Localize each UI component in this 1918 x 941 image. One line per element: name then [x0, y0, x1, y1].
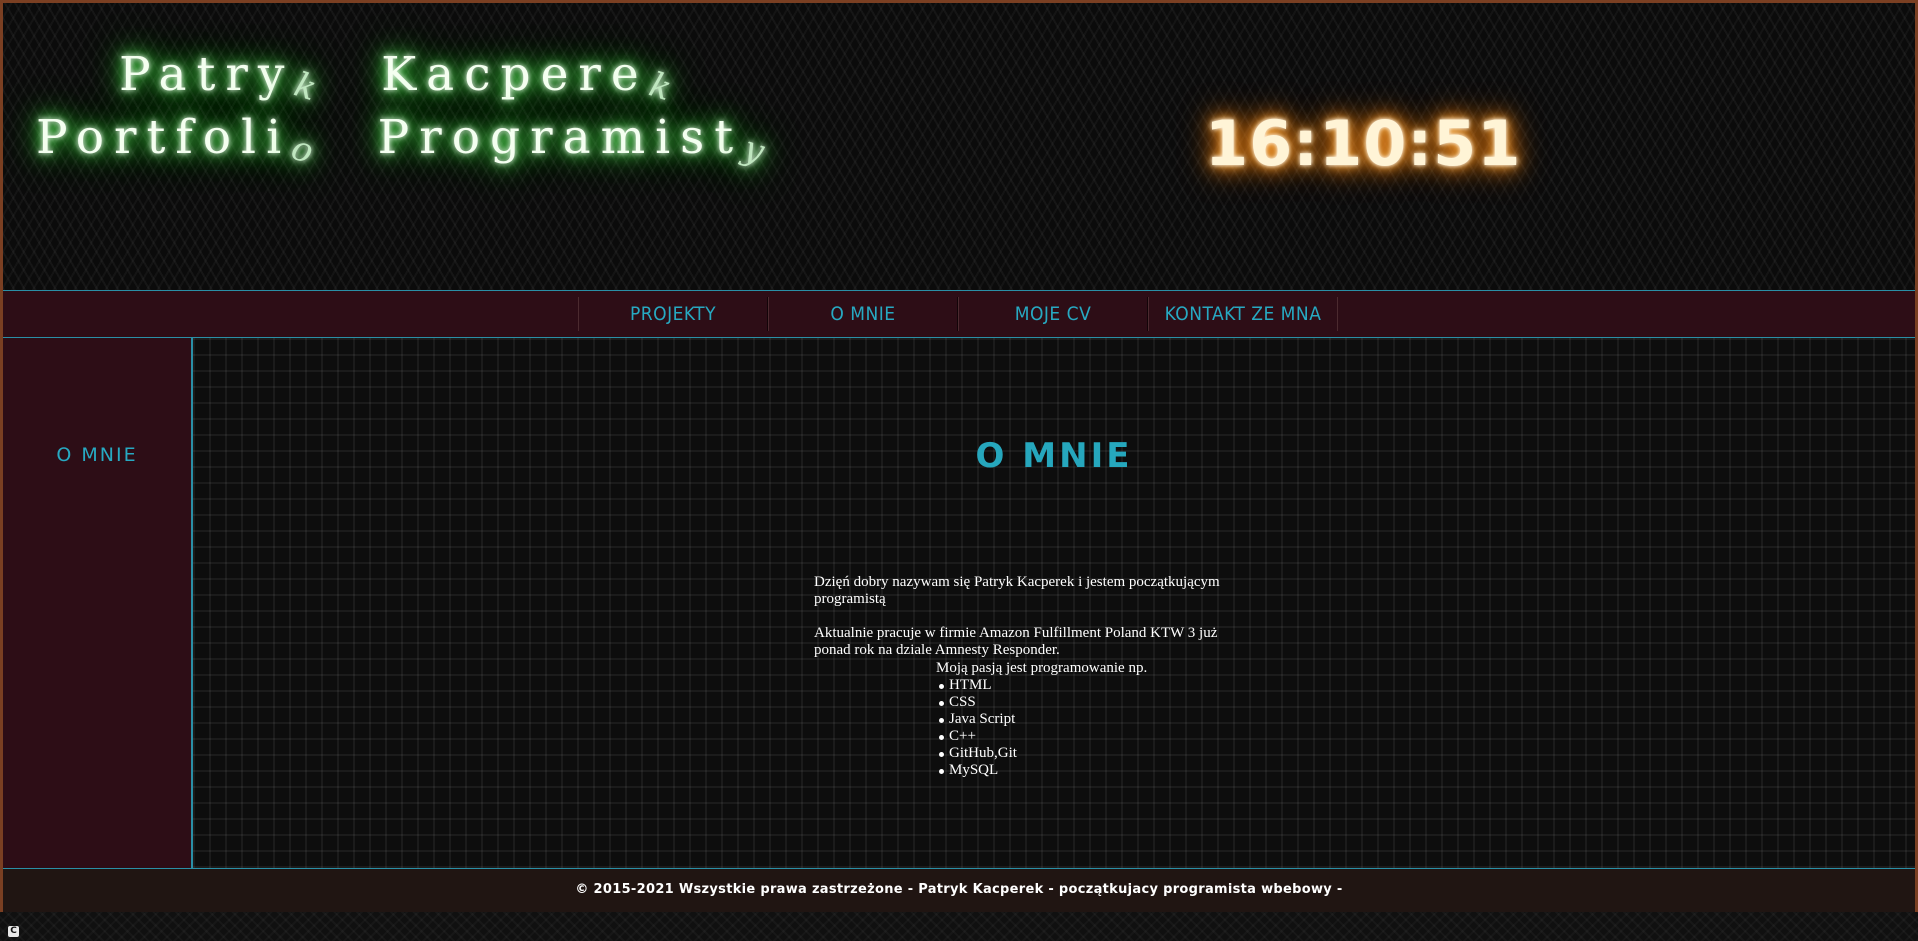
skills-list-item: C++ — [938, 728, 1147, 745]
nav-item-o-mnie[interactable]: O MNIE — [768, 297, 958, 331]
site-title-role: Portfolio Programisty — [36, 110, 779, 175]
sidebar-item-o-mnie[interactable]: O MNIE — [3, 444, 191, 466]
nav-item-kontakt[interactable]: KONTAKT ZE MNA — [1148, 297, 1338, 331]
footer: © 2015-2021 Wszystkie prawa zastrzeżone … — [3, 868, 1915, 912]
title-word-text: Programist — [377, 110, 744, 165]
nav-item-moje-cv[interactable]: MOJE CV — [958, 297, 1148, 331]
main-content: O MNIE Dzięń dobry nazywam się Patryk Ka… — [193, 338, 1915, 868]
title-word-text: Kacpere — [381, 47, 649, 102]
main-nav: PROJEKTY O MNIE MOJE CV KONTAKT ZE MNA — [3, 290, 1915, 338]
title-word: Kacperek — [381, 47, 686, 112]
title-word-text: Portfoli — [36, 110, 292, 165]
skills-list-item: HTML — [938, 677, 1147, 694]
title-word-tail: k — [644, 64, 686, 113]
title-word-tail: o — [286, 127, 328, 176]
skills-list-item: MySQL — [938, 762, 1147, 779]
intro-paragraph: Dzięń dobry nazywam się Patryk Kacperek … — [814, 574, 1220, 607]
skills-heading: Moją pasją jest programowanie np. — [936, 660, 1148, 676]
section-title: O MNIE — [975, 436, 1133, 476]
extension-icon[interactable]: C — [8, 926, 19, 937]
title-word-text: Patry — [119, 47, 295, 102]
title-word-tail: k — [289, 64, 332, 113]
title-word: Patryk — [119, 47, 331, 112]
title-word: Portfolio — [36, 110, 328, 175]
nav-items: PROJEKTY O MNIE MOJE CV KONTAKT ZE MNA — [578, 297, 1338, 331]
skills-list-item: CSS — [938, 694, 1147, 711]
skills-section: Moją pasją jest programowanie np. HTML C… — [936, 660, 1147, 779]
skills-list: HTML CSS Java Script C++ GitHub,Git MySQ… — [936, 677, 1147, 779]
title-word-tail: y — [738, 127, 779, 176]
header: Patryk Kacperek Portfolio Programisty 16:1… — [3, 3, 1915, 290]
intro-paragraph: Aktualnie pracuje w firmie Amazon Fulfil… — [814, 625, 1218, 658]
skills-list-item: GitHub,Git — [938, 745, 1147, 762]
sidebar: O MNIE — [3, 338, 193, 868]
digital-clock: 16:10:51 — [1205, 107, 1522, 180]
title-word: Programisty — [377, 110, 779, 175]
skills-list-item: Java Script — [938, 711, 1147, 728]
nav-item-projekty[interactable]: PROJEKTY — [578, 297, 768, 331]
site-title-name: Patryk Kacperek — [119, 47, 686, 112]
